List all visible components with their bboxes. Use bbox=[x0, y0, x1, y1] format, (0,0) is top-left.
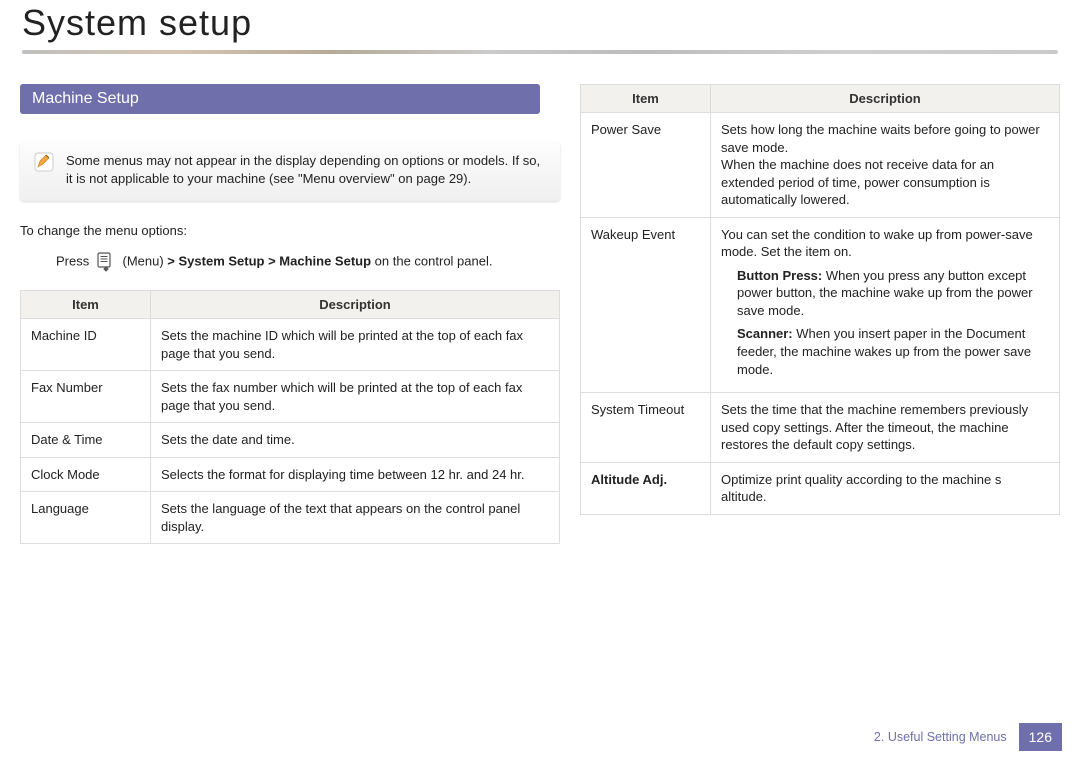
wakeup-options: Button Press: When you press any button … bbox=[721, 267, 1049, 378]
press-menu-word: (Menu) bbox=[122, 254, 163, 269]
content-columns: Machine Setup Some menus may not appear … bbox=[0, 84, 1080, 544]
table-row: Date & Time Sets the date and time. bbox=[21, 423, 560, 458]
table-row: Machine ID Sets the machine ID which wil… bbox=[21, 319, 560, 371]
lead-text: To change the menu options: bbox=[20, 223, 560, 238]
cell-item: Clock Mode bbox=[21, 457, 151, 492]
cell-desc: Selects the format for displaying time b… bbox=[151, 457, 560, 492]
table-row: Fax Number Sets the fax number which wil… bbox=[21, 371, 560, 423]
cell-item: Wakeup Event bbox=[581, 217, 711, 392]
th-description: Description bbox=[711, 85, 1060, 113]
menu-icon bbox=[97, 252, 115, 272]
press-instruction: Press (Menu) > System Setup > Machine Se… bbox=[56, 252, 560, 272]
cell-desc: Optimize print quality according to the … bbox=[711, 462, 1060, 514]
option-label: Button Press: bbox=[737, 268, 822, 283]
table-row: Wakeup Event You can set the condition t… bbox=[581, 217, 1060, 392]
table-row: Altitude Adj. Optimize print quality acc… bbox=[581, 462, 1060, 514]
cell-item: System Timeout bbox=[581, 393, 711, 463]
cell-desc: Sets the fax number which will be printe… bbox=[151, 371, 560, 423]
title-rule bbox=[22, 50, 1058, 54]
th-description: Description bbox=[151, 291, 560, 319]
settings-table-left: Item Description Machine ID Sets the mac… bbox=[20, 290, 560, 544]
page-title: System setup bbox=[0, 0, 1080, 50]
note-box: Some menus may not appear in the display… bbox=[20, 142, 560, 201]
cell-desc: Sets how long the machine waits before g… bbox=[711, 113, 1060, 218]
page-number: 126 bbox=[1019, 723, 1062, 751]
wakeup-option: Button Press: When you press any button … bbox=[737, 267, 1049, 320]
pencil-icon bbox=[34, 152, 54, 172]
note-text: Some menus may not appear in the display… bbox=[66, 152, 548, 187]
wakeup-intro: You can set the condition to wake up fro… bbox=[721, 227, 1033, 260]
table-row: Language Sets the language of the text t… bbox=[21, 492, 560, 544]
left-column: Machine Setup Some menus may not appear … bbox=[20, 84, 560, 544]
cell-desc: Sets the language of the text that appea… bbox=[151, 492, 560, 544]
cell-item: Language bbox=[21, 492, 151, 544]
cell-item: Machine ID bbox=[21, 319, 151, 371]
footer: 2. Useful Setting Menus 126 bbox=[862, 723, 1062, 751]
th-item: Item bbox=[581, 85, 711, 113]
press-suffix: on the control panel. bbox=[375, 254, 493, 269]
press-prefix: Press bbox=[56, 254, 89, 269]
footer-breadcrumb: 2. Useful Setting Menus bbox=[862, 723, 1019, 751]
right-column: Item Description Power Save Sets how lon… bbox=[580, 84, 1060, 544]
cell-desc: Sets the date and time. bbox=[151, 423, 560, 458]
wakeup-option: Scanner: When you insert paper in the Do… bbox=[737, 325, 1049, 378]
press-path: > System Setup > Machine Setup bbox=[167, 254, 371, 269]
cell-item: Power Save bbox=[581, 113, 711, 218]
table-row: System Timeout Sets the time that the ma… bbox=[581, 393, 1060, 463]
cell-item: Altitude Adj. bbox=[581, 462, 711, 514]
table-row: Power Save Sets how long the machine wai… bbox=[581, 113, 1060, 218]
option-label: Scanner: bbox=[737, 326, 793, 341]
cell-desc: You can set the condition to wake up fro… bbox=[711, 217, 1060, 392]
cell-desc: Sets the time that the machine remembers… bbox=[711, 393, 1060, 463]
settings-table-right: Item Description Power Save Sets how lon… bbox=[580, 84, 1060, 515]
cell-item: Fax Number bbox=[21, 371, 151, 423]
cell-desc: Sets the machine ID which will be printe… bbox=[151, 319, 560, 371]
section-heading: Machine Setup bbox=[20, 84, 540, 114]
th-item: Item bbox=[21, 291, 151, 319]
table-row: Clock Mode Selects the format for displa… bbox=[21, 457, 560, 492]
cell-item: Date & Time bbox=[21, 423, 151, 458]
